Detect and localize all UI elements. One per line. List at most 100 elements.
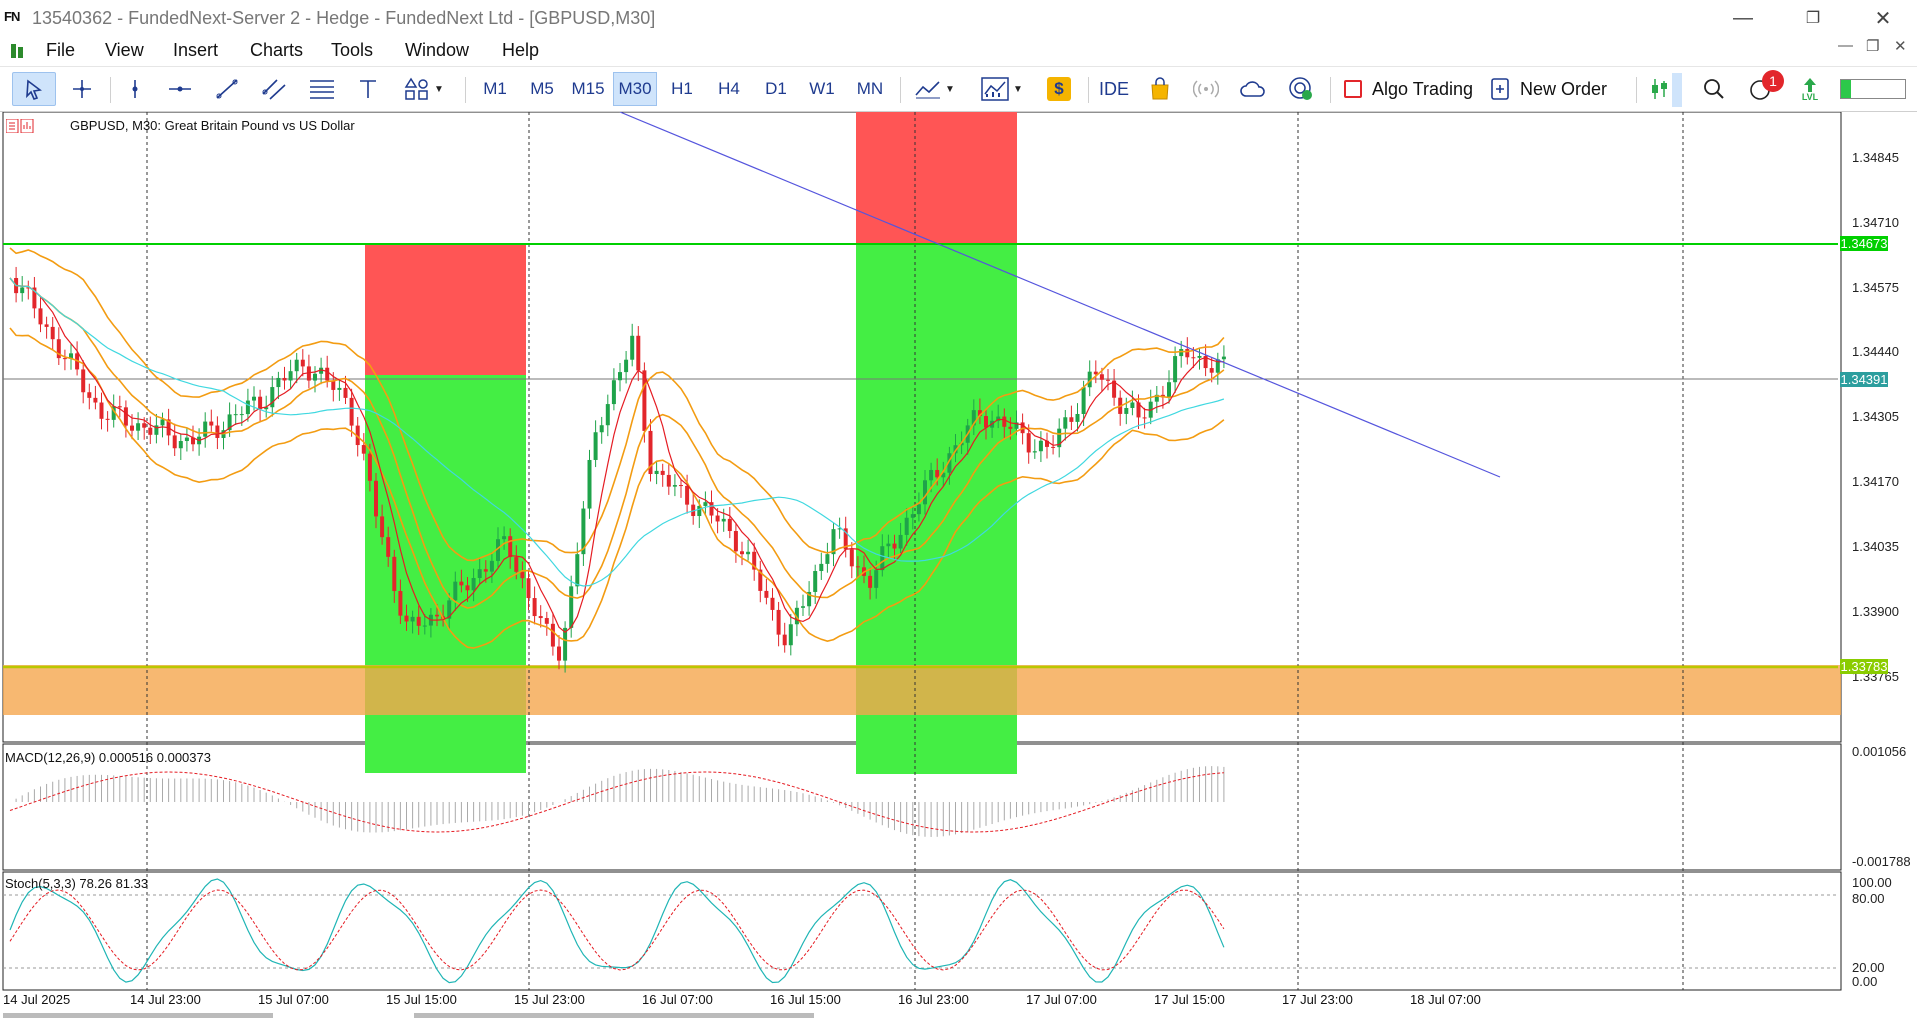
price-scale-label: 1.34710 [1852, 215, 1899, 230]
candle-body [636, 335, 641, 371]
search-button[interactable] [1694, 72, 1734, 106]
chart-window[interactable]: GBPUSD, M30: Great Britain Pound vs US D… [0, 112, 1917, 1018]
chart-bars-icon[interactable] [10, 42, 28, 60]
connection-strength-bar [1840, 79, 1906, 99]
candle-body [526, 578, 531, 599]
time-axis-label: 15 Jul 15:00 [386, 992, 457, 1007]
new-order-button[interactable]: New Order [1490, 72, 1628, 106]
candle-body [160, 419, 165, 426]
timeframe-m30[interactable]: M30 [613, 72, 657, 106]
candle-body [1075, 413, 1080, 422]
candle-body [1173, 356, 1178, 383]
candle-body [386, 537, 391, 557]
time-axis-label: 17 Jul 23:00 [1282, 992, 1353, 1007]
candle-body [660, 470, 665, 475]
candle-body [325, 367, 330, 381]
candle-body [880, 546, 885, 571]
candle-body [62, 358, 67, 360]
candle-body [252, 396, 256, 401]
child-minimize-icon[interactable]: — [1838, 37, 1853, 54]
macd-signal-line [9, 771, 1224, 833]
candle-body [233, 414, 238, 416]
indicators-button[interactable]: ▼ [973, 72, 1031, 106]
level-button[interactable]: LVL [1790, 72, 1830, 106]
equidistant-channel-icon [262, 79, 286, 100]
close-window-button[interactable]: ✕ [1860, 4, 1906, 32]
timeframe-m1[interactable]: M1 [473, 72, 517, 106]
timeframe-mn[interactable]: MN [848, 72, 892, 106]
timeframe-d1[interactable]: D1 [754, 72, 798, 106]
chart-type-button[interactable]: ▼ [908, 72, 962, 106]
candle-body [209, 421, 214, 426]
menu-view[interactable]: View [105, 40, 144, 61]
menu-help[interactable]: Help [502, 40, 539, 61]
restore-window-button[interactable]: ❐ [1790, 4, 1836, 32]
timeframe-m5[interactable]: M5 [520, 72, 564, 106]
notifications-button[interactable]: 1 [1740, 70, 1784, 106]
candle-body [575, 554, 580, 587]
candle-body [508, 536, 513, 558]
candle-body [550, 623, 555, 647]
candle-body [916, 504, 921, 515]
text-tool-button[interactable] [350, 72, 386, 106]
price-scale-label: 1.33900 [1852, 604, 1899, 619]
horizontal-line-tool-button[interactable] [162, 72, 198, 106]
trendline-tool-button[interactable] [209, 72, 245, 106]
chart-list-icon[interactable] [6, 119, 34, 133]
vps-button[interactable] [1234, 72, 1272, 106]
candle-body [569, 586, 574, 628]
cloud-icon [1240, 81, 1265, 97]
candle-body [294, 359, 299, 372]
lower-line-price-box: 1.33783 [1840, 659, 1888, 674]
candle-body [239, 414, 244, 416]
algo-trading-button[interactable]: Algo Trading [1338, 72, 1500, 106]
timeframe-m15[interactable]: M15 [566, 72, 610, 106]
indicator-chart-icon [981, 77, 1009, 101]
time-axis-label: 18 Jul 07:00 [1410, 992, 1481, 1007]
search-icon [1704, 79, 1724, 99]
candle-body [276, 377, 281, 388]
crosshair-tool-button[interactable] [62, 72, 102, 106]
candle-body [398, 591, 403, 616]
shapes-tool-button[interactable]: ▼ [396, 72, 452, 106]
candle-body [587, 459, 592, 509]
network-button[interactable] [1282, 72, 1320, 106]
vertical-line-tool-button[interactable] [118, 72, 152, 106]
text-icon [360, 80, 376, 98]
support-zone [3, 665, 1841, 715]
menu-tools[interactable]: Tools [331, 40, 373, 61]
stoch-signal-line [9, 889, 1225, 971]
candle-body [782, 634, 787, 646]
menu-file[interactable]: File [46, 40, 75, 61]
minimize-window-button[interactable]: — [1720, 4, 1766, 32]
fibonacci-tool-button[interactable] [304, 72, 340, 106]
signals-button[interactable] [1188, 72, 1224, 106]
cursor-tool-button[interactable] [12, 72, 56, 106]
time-axis-label: 16 Jul 07:00 [642, 992, 713, 1007]
candle-body [984, 416, 988, 428]
candle-body [105, 418, 110, 420]
toolbar-separator [465, 77, 466, 103]
candle-body [904, 517, 909, 535]
market-button[interactable] [1142, 72, 1178, 106]
candle-body [618, 372, 622, 381]
channel-tool-button[interactable] [256, 72, 292, 106]
child-close-icon[interactable]: ✕ [1894, 37, 1907, 55]
child-restore-icon[interactable]: ❐ [1866, 37, 1879, 55]
timeframe-w1[interactable]: W1 [800, 72, 844, 106]
ide-button[interactable]: IDE [1094, 72, 1134, 106]
candle-body [1179, 349, 1184, 357]
trade-button[interactable]: $ [1040, 72, 1078, 106]
notification-badge: 1 [1762, 70, 1784, 92]
timeframe-h1[interactable]: H1 [660, 72, 704, 106]
menu-window[interactable]: Window [405, 40, 469, 61]
menu-insert[interactable]: Insert [173, 40, 218, 61]
price-chart-canvas[interactable] [0, 112, 1917, 1018]
candle-body [361, 445, 366, 454]
toolbar-separator [1088, 77, 1089, 103]
candle-body [1185, 349, 1190, 358]
menu-charts[interactable]: Charts [250, 40, 303, 61]
toolbar-separator [1330, 77, 1331, 103]
candle-body [520, 571, 525, 579]
timeframe-h4[interactable]: H4 [707, 72, 751, 106]
